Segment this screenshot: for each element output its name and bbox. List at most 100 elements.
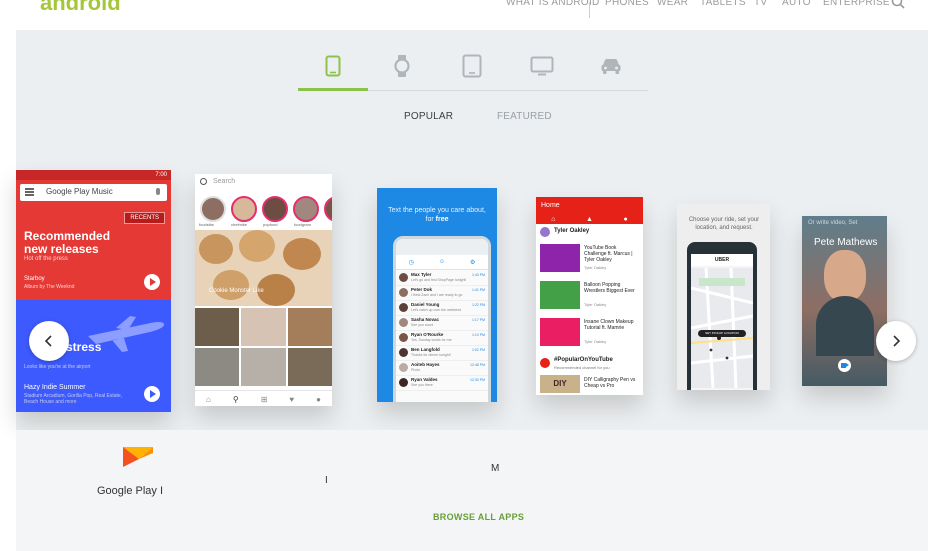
nav-wear[interactable]: WEAR bbox=[657, 0, 688, 8]
contact-message: See you there bbox=[411, 383, 433, 387]
message-time: 1:43 PM bbox=[471, 273, 485, 277]
video-row[interactable]: Insane Clown Makeup Tutorial ft. Mamrie T… bbox=[536, 315, 643, 352]
avatar[interactable] bbox=[540, 227, 550, 237]
section-title: #PopularOnYouTube bbox=[554, 357, 613, 363]
carousel-prev-button[interactable] bbox=[29, 321, 69, 361]
app-card-duo[interactable]: Or write video, Set Pete Mathews bbox=[802, 216, 887, 386]
conversation-row[interactable]: Ryan O'Rourke Yes, Sunday works for me 1:1… bbox=[396, 331, 488, 346]
site-header: android WHAT IS ANDROID PHONES WEAR TABL… bbox=[0, 0, 928, 30]
message-time: 1:10 PM bbox=[471, 333, 485, 337]
conversation-row[interactable]: Peter Dok I think Zach and I are ready to… bbox=[396, 286, 488, 301]
story-avatar[interactable] bbox=[262, 196, 288, 222]
video-title: DIY Calligraphy Pen vs Cheap vs Pro bbox=[584, 377, 636, 389]
app-card-instagram[interactable]: Search foodsftw chefmike popfood foodgra… bbox=[195, 174, 332, 406]
story-avatar[interactable] bbox=[200, 196, 226, 222]
story-avatar[interactable] bbox=[231, 196, 257, 222]
home-icon[interactable]: ⌂ bbox=[206, 395, 211, 404]
app-showcase: POPULAR FEATURED 7:00 Google Play Music … bbox=[16, 30, 928, 430]
watch-icon bbox=[394, 55, 410, 77]
map[interactable] bbox=[691, 268, 753, 388]
video-list: YouTube Book Challenge ft. Marcus | Tyle… bbox=[536, 241, 643, 352]
conversation-row[interactable]: Ben Langfold Thanks for dinner tonight! 1:… bbox=[396, 346, 488, 361]
tab-car[interactable] bbox=[591, 50, 631, 82]
play-icon[interactable] bbox=[144, 274, 160, 290]
card-headline: Or write video, Set bbox=[808, 220, 858, 226]
contact-name: Aoiteb Hayes bbox=[411, 362, 440, 367]
story-name: foodgram bbox=[294, 222, 311, 227]
video-thumbnail bbox=[540, 281, 580, 309]
app-card-play-music[interactable]: 7:00 Google Play Music RECENTS Recommend… bbox=[16, 170, 171, 412]
play-icon-2[interactable] bbox=[144, 386, 160, 402]
nav-phones[interactable]: PHONES bbox=[605, 0, 649, 8]
contact-message: Let's go and find ShopPage tonight! bbox=[411, 278, 467, 282]
carousel-next-button[interactable] bbox=[876, 321, 916, 361]
video-row[interactable]: YouTube Book Challenge ft. Marcus | Tyle… bbox=[536, 241, 643, 278]
contact-message: Yes, Sunday works for me bbox=[411, 338, 452, 342]
nav-auto[interactable]: AUTO bbox=[782, 0, 811, 8]
nav-tv[interactable]: TV bbox=[754, 0, 767, 8]
card-subline: Hot off the press bbox=[24, 256, 68, 262]
nav-tablets[interactable]: TABLETS bbox=[700, 0, 746, 8]
app-label-google-play[interactable]: Google Play I bbox=[97, 485, 163, 497]
avatar bbox=[399, 333, 408, 342]
tab-featured[interactable]: FEATURED bbox=[497, 111, 552, 122]
android-logo[interactable]: android bbox=[40, 0, 121, 16]
tab-popular[interactable]: POPULAR bbox=[404, 111, 453, 122]
app-card-uber[interactable]: Choose your ride, set your location, and… bbox=[677, 204, 770, 390]
conversation-row[interactable]: Daniel Young Let's catch up over the week… bbox=[396, 301, 488, 316]
trending-icon[interactable]: ▲ bbox=[586, 216, 593, 223]
google-play-logo[interactable] bbox=[121, 447, 155, 469]
conversation-row[interactable]: Ryan Valdes See you there 12:30 PM bbox=[396, 376, 488, 391]
menu-icon[interactable] bbox=[25, 188, 34, 190]
car-icon bbox=[601, 59, 621, 74]
tab-phone[interactable] bbox=[313, 50, 353, 82]
page-title: Home bbox=[541, 202, 560, 209]
phone-speaker bbox=[396, 239, 488, 255]
video-meta: Tyler Oakley bbox=[584, 265, 607, 270]
conversation-row[interactable]: Sasha Novac See you soon! 1:17 PM bbox=[396, 316, 488, 331]
search-icon[interactable] bbox=[890, 0, 906, 10]
section-subtitle: Recommended channel for you bbox=[554, 365, 610, 370]
set-pickup-button[interactable]: SET PICKUP LOCATION bbox=[698, 330, 746, 337]
card-headline: Choose your ride, set your location, and… bbox=[688, 217, 760, 231]
people-icon[interactable]: ☺ bbox=[439, 259, 445, 265]
conversation-row[interactable]: Max Tyler Let's go and find ShopPage toni… bbox=[396, 271, 488, 286]
contact-message: Thanks for dinner tonight! bbox=[411, 353, 451, 357]
home-icon[interactable]: ⌂ bbox=[551, 216, 555, 223]
clock-icon[interactable]: ◷ bbox=[409, 259, 414, 266]
account-icon[interactable]: ● bbox=[624, 216, 628, 223]
video-meta: Tyler Oakley bbox=[584, 339, 607, 344]
music-search-bar[interactable]: Google Play Music bbox=[20, 184, 167, 201]
caller-shoulders bbox=[816, 296, 874, 356]
nav-what-is-android[interactable]: WHAT IS ANDROID bbox=[506, 0, 600, 8]
story-avatar[interactable] bbox=[324, 196, 332, 222]
video-row[interactable]: Balloon Popping Wrestlers Biggest Ever Ty… bbox=[536, 278, 643, 315]
cookie-photo[interactable]: Cookie Monster Like bbox=[195, 230, 332, 306]
heart-icon[interactable]: ♥ bbox=[289, 395, 294, 404]
video-call-icon[interactable] bbox=[838, 359, 851, 372]
search-input[interactable]: Search bbox=[213, 178, 235, 185]
conversation-row[interactable]: Aoiteb Hayes Photo 12:48 PM bbox=[396, 361, 488, 376]
search-icon[interactable] bbox=[200, 178, 208, 186]
tab-watch[interactable] bbox=[382, 50, 422, 82]
mic-icon[interactable] bbox=[156, 188, 160, 195]
video-thumbnail[interactable]: DIY bbox=[540, 375, 580, 393]
uber-screen: UBER SET PICKUP LOCATION bbox=[691, 254, 753, 390]
stories-row: foodsftw chefmike popfood foodgram bbox=[195, 196, 332, 228]
browse-all-apps-link[interactable]: BROWSE ALL APPS bbox=[433, 512, 524, 522]
add-icon[interactable]: ⊞ bbox=[261, 395, 268, 404]
chevron-left-icon bbox=[44, 335, 52, 347]
nav-enterprise[interactable]: ENTERPRISE bbox=[823, 0, 890, 8]
video-meta: Tyler Oakley bbox=[584, 302, 607, 307]
app-card-youtube[interactable]: Home ⌂ ▲ ● Tyler Oakley YouTube Book Cha… bbox=[536, 197, 643, 395]
recents-chip[interactable]: RECENTS bbox=[124, 212, 165, 224]
story-avatar[interactable] bbox=[293, 196, 319, 222]
app-card-messenger[interactable]: Text the people you care about, for free… bbox=[377, 188, 497, 402]
playlist-desc: Stadium Arcadium, Gorilla Pop, Real Esta… bbox=[24, 393, 123, 405]
tab-tablet[interactable] bbox=[452, 50, 492, 82]
profile-icon[interactable]: ● bbox=[316, 395, 321, 404]
settings-icon[interactable]: ⚙ bbox=[470, 259, 475, 266]
tab-tv[interactable] bbox=[522, 50, 562, 82]
search-icon[interactable]: ⚲ bbox=[233, 395, 239, 404]
card-headline-2: stress bbox=[66, 340, 102, 354]
